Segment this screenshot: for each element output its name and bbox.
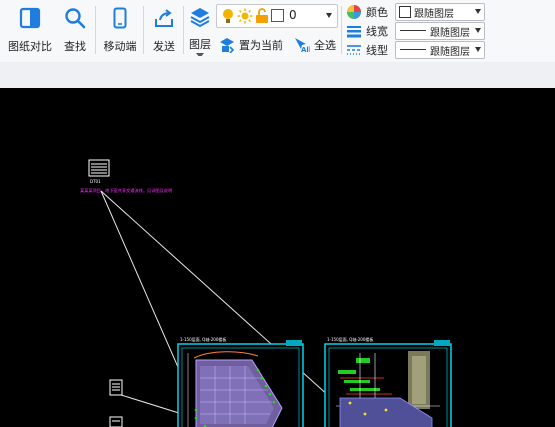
toolbar-divider: [341, 6, 342, 54]
set-current-button[interactable]: 置为当前: [219, 36, 283, 54]
layer-current-icon: [220, 38, 235, 53]
select-all-button[interactable]: All 全选: [294, 36, 336, 54]
layer-select-dropdown[interactable]: 0: [216, 4, 338, 28]
select-all-icon: All: [295, 38, 310, 53]
layer-button[interactable]: 图层: [186, 4, 214, 56]
drawing-canvas[interactable]: DT01 某某某项目，地下室共享交通流线，见详图及说明 1-150层面, Q轴-…: [0, 88, 555, 427]
unlock-icon: [255, 8, 269, 27]
linetype-value: 跟随图层: [430, 47, 470, 58]
sheet2-title: 1-150层面, Q轴-200楼板: [327, 336, 373, 342]
bulb-icon: [221, 8, 235, 27]
drawing-sheet-2: [324, 340, 452, 427]
toolbar-divider: [183, 6, 184, 54]
select-all-label: 全选: [314, 39, 336, 52]
sheet1-title: 1-150层面, Q轴-200楼板: [180, 336, 226, 342]
drawing-sheet-1: [177, 340, 304, 427]
toolbar-divider: [95, 6, 96, 54]
title-block-thumbnail: [88, 159, 110, 177]
sun-icon: [237, 8, 253, 27]
color-value: 跟随图层: [414, 9, 454, 20]
layer-name-value: 0: [289, 8, 297, 22]
color-swatch: [399, 6, 411, 18]
send-button[interactable]: 发送: [148, 4, 180, 56]
detail-block: [109, 379, 123, 427]
cad-drawing: DT01 某某某项目，地下室共享交通流线，见详图及说明 1-150层面, Q轴-…: [80, 159, 452, 427]
chevron-down-icon: [475, 9, 481, 14]
share-icon: [152, 6, 176, 30]
layer-color-swatch: [271, 9, 284, 22]
phone-icon: [108, 6, 132, 30]
layers-icon: [188, 6, 212, 28]
linetype-dropdown[interactable]: 跟随图层: [395, 41, 485, 59]
sheet-note: 某某某项目，地下室共享交通流线，见详图及说明: [80, 187, 172, 194]
linetype-property: 线型: [346, 41, 388, 59]
line-width-icon: [347, 26, 361, 38]
chevron-down-icon: [326, 13, 332, 18]
ribbon-toolbar: 图纸对比 查找 移动端 发送 图层 0 置为当前 Al 全选 颜色 跟随图层 线…: [0, 0, 555, 62]
line-sample: [400, 30, 426, 31]
split-view-icon: [18, 6, 42, 30]
line-type-icon: [347, 45, 361, 55]
block-caption: DT01: [90, 179, 101, 184]
mobile-label: 移动端: [103, 40, 137, 53]
search-icon: [63, 6, 87, 30]
color-label: 颜色: [366, 6, 388, 19]
toolbar-divider: [143, 6, 144, 54]
linewidth-label: 线宽: [366, 25, 388, 38]
color-property: 颜色: [346, 3, 388, 21]
color-dropdown[interactable]: 跟随图层: [395, 3, 485, 21]
compare-drawings-label: 图纸对比: [8, 40, 52, 53]
mobile-button[interactable]: 移动端: [100, 4, 140, 56]
layer-label: 图层: [189, 38, 211, 51]
chevron-down-icon: [196, 53, 204, 56]
line-sample: [400, 49, 426, 50]
toolbar-bottom-strip: [0, 62, 555, 89]
chevron-down-icon: [475, 47, 481, 52]
compare-drawings-button[interactable]: 图纸对比: [6, 4, 54, 56]
linewidth-property: 线宽: [346, 22, 388, 40]
chevron-down-icon: [475, 28, 481, 33]
color-wheel-icon: [347, 5, 361, 19]
send-label: 发送: [153, 40, 175, 53]
find-label: 查找: [64, 40, 86, 53]
linetype-label: 线型: [366, 44, 388, 57]
svg-text:All: All: [301, 46, 310, 53]
set-current-label: 置为当前: [239, 39, 283, 52]
linewidth-value: 跟随图层: [430, 28, 470, 39]
find-button[interactable]: 查找: [58, 4, 92, 56]
linewidth-dropdown[interactable]: 跟随图层: [395, 22, 485, 40]
